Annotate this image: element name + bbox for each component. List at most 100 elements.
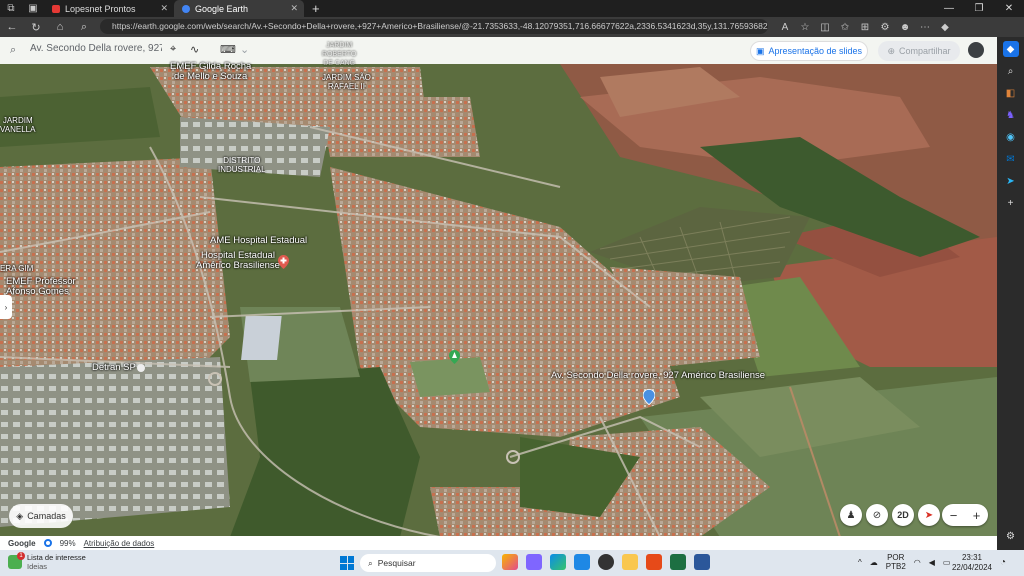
hospital-pin-icon[interactable] xyxy=(278,255,289,269)
sidebar-settings-icon[interactable]: ⚙ xyxy=(1003,528,1019,544)
windows-taskbar: 1 Lista de interesse Ideias ⌕ Pesquisar … xyxy=(0,550,1024,576)
map-label-address[interactable]: Av. Secondo Della rovere, 927 Américo Br… xyxy=(551,371,765,381)
compass-icon[interactable]: ➤ xyxy=(918,504,940,526)
search-sidebar-icon[interactable]: ⌕ xyxy=(1003,63,1019,79)
location-pin-icon[interactable] xyxy=(643,389,655,405)
loading-percent: 99% xyxy=(59,538,76,548)
telegram-icon[interactable]: ➤ xyxy=(1003,173,1019,189)
tab-lopesnet[interactable]: Lopesnet Prontos ✕ xyxy=(44,0,174,17)
windows-start-icon[interactable] xyxy=(340,556,354,570)
maximize-icon[interactable]: ❐ xyxy=(964,0,994,17)
keyboard-icon[interactable]: ⌨ xyxy=(220,43,236,56)
park-pin-icon[interactable] xyxy=(449,350,460,364)
widgets-button[interactable]: 1 Lista de interesse Ideias xyxy=(8,552,86,571)
close-tab-icon[interactable]: ✕ xyxy=(160,3,168,14)
expand-panel-button[interactable]: › xyxy=(0,295,12,319)
map-label-distrito[interactable]: DISTRITO INDUSTRIAL xyxy=(218,156,266,174)
chevron-down-icon[interactable]: ⌄ xyxy=(240,43,249,56)
cloud-icon[interactable]: ☁ xyxy=(870,558,878,567)
store-icon[interactable] xyxy=(574,554,590,570)
share-label: Compartilhar xyxy=(899,46,951,56)
route-icon[interactable]: ∿ xyxy=(190,43,199,56)
read-aloud-icon[interactable]: A xyxy=(775,22,795,33)
split-screen-icon[interactable]: ◫ xyxy=(815,22,835,33)
my-location-icon[interactable]: ⊘ xyxy=(866,504,888,526)
clock-time: 23:31 xyxy=(961,553,983,562)
add-sidebar-app-icon[interactable]: + xyxy=(1003,195,1019,211)
search-icon[interactable]: ⌕ xyxy=(72,21,96,34)
share-button[interactable]: ⊕ Compartilhar xyxy=(878,41,960,61)
map-label-jardim-sao-rafael[interactable]: JARDIM SÃO RAFAEL II xyxy=(322,73,371,91)
show-hidden-icons-icon[interactable]: ^ xyxy=(858,558,862,567)
wifi-icon[interactable]: ◠ xyxy=(914,558,921,567)
map-label-vera-cruz[interactable]: ERA GIM xyxy=(0,264,33,273)
language-indicator[interactable]: POR PTB2 xyxy=(886,553,906,571)
word-icon[interactable] xyxy=(694,554,710,570)
widgets-subtitle: Ideias xyxy=(27,562,48,571)
tab-title: Lopesnet Prontos xyxy=(65,3,136,14)
clock[interactable]: 23:31 22/04/2024 xyxy=(950,553,994,573)
tab-google-earth[interactable]: Google Earth ✕ xyxy=(174,0,304,17)
copilot-sidebar-icon[interactable]: ◆ xyxy=(1002,41,1019,57)
share-icon: ⊕ xyxy=(887,45,895,56)
zoom-out-button[interactable]: − xyxy=(950,508,958,523)
workspaces-icon[interactable]: ⧉ xyxy=(0,0,22,17)
search-icon: ⌕ xyxy=(368,557,373,568)
file-explorer-icon[interactable] xyxy=(622,554,638,570)
map-label-jardim-vanella[interactable]: JARDIM VANELLA xyxy=(0,116,35,134)
address-bar[interactable]: https://earth.google.com/web/search/Av.+… xyxy=(100,19,768,34)
search-icon[interactable]: ⌕ xyxy=(10,44,16,57)
close-tab-icon[interactable]: ✕ xyxy=(290,3,298,14)
favorites-icon[interactable]: ✩ xyxy=(835,22,855,33)
back-icon[interactable]: ← xyxy=(0,21,24,33)
tab-actions-icon[interactable]: ▣ xyxy=(22,0,44,17)
copilot-taskbar-icon[interactable] xyxy=(502,554,518,570)
data-attribution-link[interactable]: Atribuição de dados xyxy=(84,539,155,548)
close-window-icon[interactable]: ✕ xyxy=(994,0,1024,17)
profile-icon[interactable]: ☻ xyxy=(895,22,915,33)
earth-map-view[interactable]: ⌕ ⌖ ∿ ⌨ ⌄ ▣ Apresentação de slides ⊕ Com… xyxy=(0,37,997,550)
earth-toolbar: ⌕ ⌖ ∿ ⌨ ⌄ ▣ Apresentação de slides ⊕ Com… xyxy=(0,37,997,64)
map-label-emef-professor[interactable]: EMEF Professor Afonso Gomes xyxy=(6,277,76,297)
toggle-2d-button[interactable]: 2D xyxy=(892,504,914,526)
earth-search-input[interactable] xyxy=(30,43,162,54)
map-label-emef-gilda[interactable]: EMEF Gilda Rocha de Mello e Souza xyxy=(170,62,251,82)
outlook-icon[interactable]: ✉ xyxy=(1003,151,1019,167)
pegman-icon[interactable]: ♟ xyxy=(840,504,862,526)
language-line2: PTB2 xyxy=(885,562,906,571)
map-label-detran[interactable]: Detran SP xyxy=(92,363,136,373)
layers-button[interactable]: ◈ Camadas xyxy=(9,504,73,528)
minimize-icon[interactable]: — xyxy=(934,0,964,17)
excel-icon[interactable] xyxy=(670,554,686,570)
home-icon[interactable]: ⌂ xyxy=(48,21,72,33)
location-pin-icon[interactable]: ⌖ xyxy=(170,43,176,56)
browser-tab-bar: ⧉ ▣ Lopesnet Prontos ✕ Google Earth ✕ + … xyxy=(0,0,1024,17)
map-label-ame-hospital[interactable]: AME Hospital Estadual xyxy=(210,236,307,246)
dell-icon[interactable] xyxy=(598,554,614,570)
youtube-favicon-icon xyxy=(52,4,60,13)
account-avatar-icon[interactable] xyxy=(968,42,984,58)
detran-marker-icon[interactable] xyxy=(137,364,145,372)
notification-bell-icon[interactable]: ◔ xyxy=(1000,557,1006,568)
collections-icon[interactable]: ⊞ xyxy=(855,22,875,33)
refresh-icon[interactable]: ↻ xyxy=(24,21,48,34)
volume-icon[interactable]: ◀ xyxy=(929,558,935,567)
new-tab-button[interactable]: + xyxy=(304,1,328,16)
widgets-icon: 1 xyxy=(8,552,25,569)
games-icon[interactable]: ♞ xyxy=(1003,107,1019,123)
extensions-icon[interactable]: ⚙ xyxy=(875,22,895,33)
favorite-star-icon[interactable]: ☆ xyxy=(795,22,815,33)
teams-icon[interactable] xyxy=(526,554,542,570)
zoom-in-button[interactable]: + xyxy=(973,508,981,523)
shopping-icon[interactable]: ◧ xyxy=(1003,85,1019,101)
office-icon[interactable] xyxy=(646,554,662,570)
map-label-faded: JARDIM ROBERTO DE CANG xyxy=(322,42,357,67)
slideshow-button[interactable]: ▣ Apresentação de slides xyxy=(750,41,868,61)
copilot-icon[interactable]: ◆ xyxy=(935,22,955,33)
map-label-hospital-estadual[interactable]: Hospital Estadual Américo Brasiliense xyxy=(196,251,280,271)
toolbar-icons: A ☆ ◫ ✩ ⊞ ⚙ ☻ ⋯ ◆ xyxy=(775,17,955,37)
edge-icon[interactable] xyxy=(550,554,566,570)
copilot-app-icon[interactable]: ◉ xyxy=(1003,129,1019,145)
taskbar-search-box[interactable]: ⌕ Pesquisar xyxy=(360,554,496,572)
more-menu-icon[interactable]: ⋯ xyxy=(915,22,935,33)
